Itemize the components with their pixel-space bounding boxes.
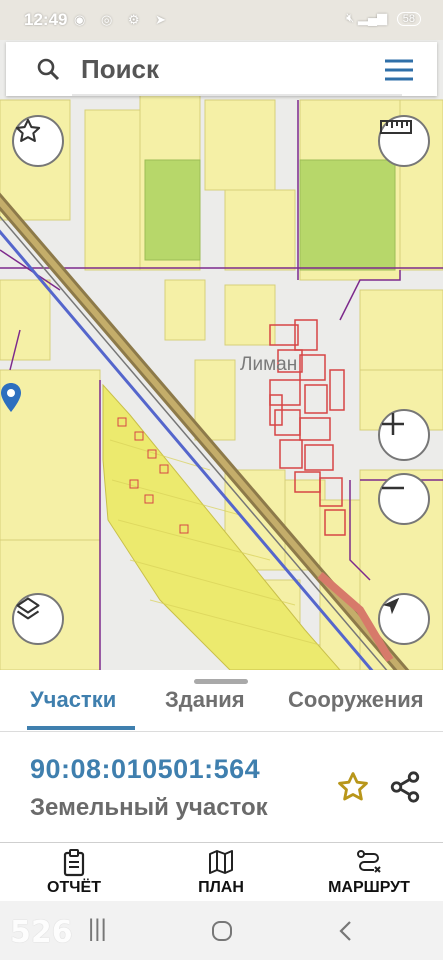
map-icon (209, 850, 233, 874)
navigation-arrow-icon (382, 597, 400, 615)
star-outline-icon (15, 118, 41, 142)
hamburger-menu-icon[interactable] (383, 58, 415, 82)
search-bar[interactable]: Поиск (6, 42, 437, 96)
status-time: 12:49 (24, 10, 68, 29)
clipboard-icon (63, 849, 85, 877)
tab-structures[interactable]: Сооружения (288, 687, 424, 713)
zoom-in-icon (382, 413, 404, 435)
sheet-drag-handle[interactable] (194, 679, 248, 684)
layers-button[interactable] (12, 593, 64, 645)
parcel-type: Земельный участок (30, 794, 268, 821)
route-icon (357, 850, 381, 873)
action-bar: ОТЧЁТ ПЛАН МАРШРУТ (0, 843, 443, 901)
watermark-number: 526 (10, 915, 73, 950)
zoom-out-icon (382, 486, 404, 490)
tab-parcels[interactable]: Участки (30, 687, 116, 713)
notification-icons: ◉ ◎ ⚙ ➤ (74, 12, 173, 27)
active-tab-indicator (27, 726, 135, 730)
search-icon (37, 58, 60, 81)
place-label: Лиман (240, 354, 298, 375)
plan-label: ПЛАН (198, 879, 244, 896)
system-nav-bar: 526 ||| (0, 901, 443, 960)
recent-apps-button[interactable]: ||| (88, 915, 107, 943)
ruler-button[interactable] (378, 115, 430, 167)
route-label: МАРШРУТ (328, 879, 410, 896)
search-underline (72, 94, 402, 96)
map-canvas (0, 94, 443, 670)
home-button[interactable] (210, 919, 234, 943)
route-button[interactable]: МАРШРУТ (299, 843, 439, 901)
zoom-out-button[interactable] (378, 473, 430, 525)
favorite-star-button[interactable] (12, 115, 64, 167)
tabs-divider (0, 731, 443, 732)
signal-icon: ▂▄▆ (357, 10, 388, 25)
layers-icon (16, 597, 40, 620)
back-button[interactable] (336, 919, 356, 943)
status-bar: 12:49 ◉ ◎ ⚙ ➤ 🔇︎ ▂▄▆ 58 (0, 0, 443, 40)
my-location-button[interactable] (378, 593, 430, 645)
status-right: 🔇︎ ▂▄▆ 58 (346, 10, 421, 26)
mute-icon: 🔇︎ (346, 10, 355, 25)
location-pin-icon (1, 383, 21, 412)
cadastral-map[interactable]: Лиман (0, 40, 443, 670)
tab-buildings[interactable]: Здания (165, 687, 245, 713)
star-icon[interactable] (336, 770, 370, 804)
search-input[interactable]: Поиск (81, 54, 159, 85)
report-button[interactable]: ОТЧЁТ (4, 843, 144, 901)
report-label: ОТЧЁТ (47, 879, 101, 896)
plan-button[interactable]: ПЛАН (151, 843, 291, 901)
ruler-icon (380, 120, 412, 134)
cadastral-number[interactable]: 90:08:010501:564 (30, 754, 260, 785)
share-icon[interactable] (388, 770, 422, 804)
battery-indicator: 58 (396, 12, 421, 26)
zoom-in-button[interactable] (378, 409, 430, 461)
